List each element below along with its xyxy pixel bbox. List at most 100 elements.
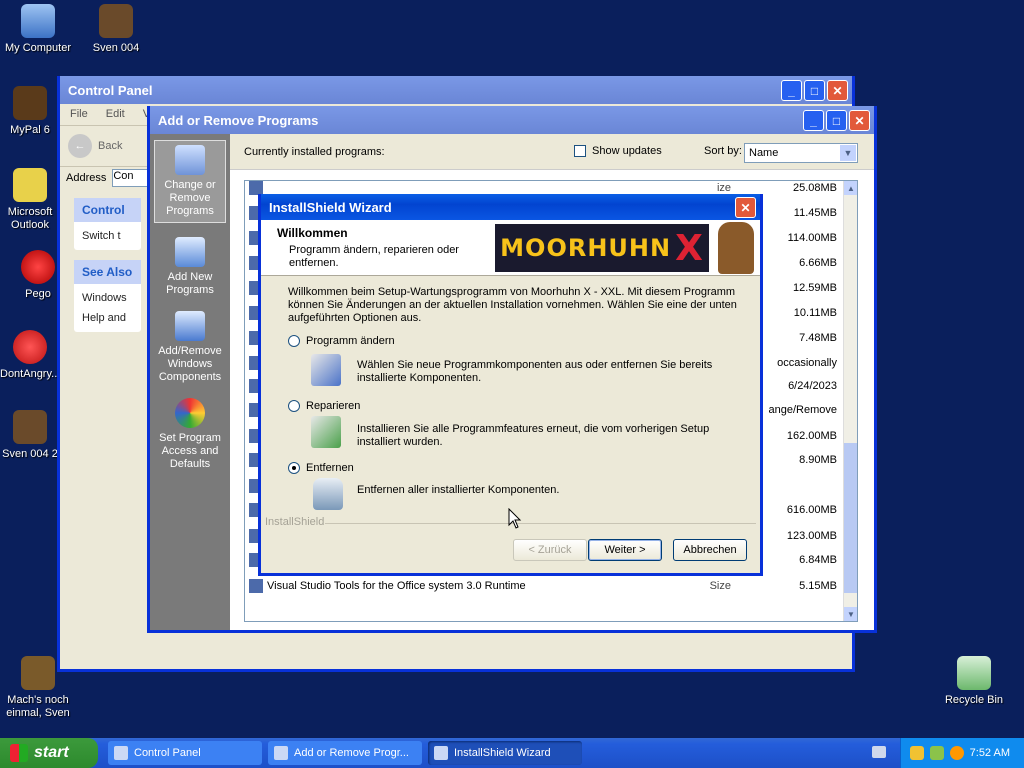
show-updates-checkbox[interactable]: Show updates	[574, 145, 662, 158]
option-label: Reparieren	[306, 400, 361, 412]
desktop-icon-dontangry[interactable]: DontAngry...	[0, 330, 60, 381]
control-panel-sidebar: Control Switch t See Also Windows Help a…	[60, 188, 155, 342]
program-row[interactable]: Visual Studio Tools for the Office syste…	[245, 575, 843, 599]
desktop-icon-my-computer[interactable]: My Computer	[0, 4, 78, 55]
window-title: InstallShield Wizard	[269, 199, 392, 215]
desktop-icon-recycle-bin[interactable]: Recycle Bin	[934, 656, 1014, 707]
wizard-intro-text: Willkommen beim Setup-Wartungsprogramm v…	[288, 286, 737, 324]
radio-modify[interactable]	[288, 335, 300, 348]
desktop-icon-sven-004[interactable]: Sven 004	[76, 4, 156, 55]
program-size: 616.00MB	[786, 504, 837, 516]
option-repair-radio[interactable]: Reparieren	[288, 400, 361, 413]
option-modify-radio[interactable]: Programm ändern	[288, 335, 395, 348]
start-button[interactable]: start	[0, 738, 98, 768]
radio-remove[interactable]	[288, 462, 300, 475]
cancel-button[interactable]: Abbrechen	[673, 539, 747, 561]
desktop-icon-label: DontAngry...	[0, 368, 60, 380]
desktop-icon-outlook[interactable]: Microsoft Outlook	[0, 168, 60, 232]
logo-text: MOORHUHN	[500, 234, 672, 262]
program-list-scrollbar[interactable]: ▲ ▼	[843, 181, 857, 621]
program-size: 162.00MB	[786, 430, 837, 442]
program-size: 12.59MB	[792, 282, 837, 294]
next-button[interactable]: Weiter >	[588, 539, 662, 561]
radio-repair[interactable]	[288, 400, 300, 413]
back-arrow-icon[interactable]: ←	[68, 134, 92, 158]
minimize-button[interactable]: _	[781, 80, 802, 101]
desktop-icon-label: Sven 004 2	[2, 448, 58, 460]
clock[interactable]: 7:52 AM	[970, 747, 1010, 759]
switch-view-link[interactable]: Switch t	[82, 230, 121, 242]
modify-program-icon	[311, 354, 341, 386]
checkbox[interactable]	[574, 145, 586, 158]
scroll-thumb[interactable]	[844, 443, 857, 593]
task-label: Control Panel	[134, 747, 201, 759]
option-remove-radio[interactable]: Entfernen	[288, 462, 354, 475]
taskbar: start Control Panel Add or Remove Progr.…	[0, 738, 1024, 768]
option-description: Entfernen aller installierter Komponente…	[357, 484, 560, 496]
program-size: occasionally	[777, 357, 837, 369]
task-installshield-wizard[interactable]: InstallShield Wizard	[428, 741, 582, 765]
see-also-windows-link[interactable]: Windows	[82, 288, 133, 308]
wizard-header-title: Willkommen	[277, 226, 348, 240]
menu-file[interactable]: File	[70, 108, 88, 121]
back-button[interactable]: < Zurück	[513, 539, 587, 561]
keyboard-icon[interactable]	[872, 746, 886, 758]
maximize-button[interactable]: □	[804, 80, 825, 101]
program-size: 11.45MB	[793, 207, 837, 219]
mypal-icon	[13, 86, 47, 120]
sidebar-label: Add New Programs	[166, 271, 214, 296]
program-size: 8.90MB	[799, 454, 837, 466]
program-size: 114.00MB	[787, 232, 837, 244]
desktop-icon-label: Sven 004	[92, 42, 140, 54]
logo-x: X	[675, 227, 704, 269]
program-access-icon	[175, 398, 205, 428]
search-icon[interactable]	[949, 746, 964, 760]
scroll-down-arrow-icon[interactable]: ▼	[844, 607, 857, 621]
change-remove-programs-button[interactable]: Change or Remove Programs	[154, 140, 226, 223]
program-size: 5.15MB	[799, 580, 837, 592]
close-button[interactable]: ✕	[827, 80, 848, 101]
add-cd-icon	[175, 237, 205, 267]
sort-by-select[interactable]: Name ▼	[744, 143, 858, 163]
see-also-help-link[interactable]: Help and	[82, 308, 133, 328]
system-tray: 7:52 AM	[900, 738, 1024, 768]
window-title: Add or Remove Programs	[158, 112, 319, 128]
set-program-access-button[interactable]: Set Program Access and Defaults	[154, 398, 226, 471]
close-button[interactable]: ✕	[849, 110, 870, 131]
task-label: Add or Remove Progr...	[294, 747, 409, 759]
sven-icon	[13, 410, 47, 444]
control-panel-titlebar[interactable]: Control Panel _ □ ✕	[60, 76, 852, 104]
desktop-icon-label: MyPal 6	[10, 124, 50, 136]
add-remove-windows-components-button[interactable]: Add/Remove Windows Components	[154, 311, 226, 384]
wizard-titlebar[interactable]: InstallShield Wizard ✕	[261, 194, 760, 220]
network-icon[interactable]	[929, 746, 944, 760]
desktop-icon-sven-004-2[interactable]: Sven 004 2	[0, 410, 60, 461]
control-panel-task-panel: Control Switch t	[74, 198, 141, 250]
minimize-button[interactable]: _	[803, 110, 824, 131]
panel-title: Control	[74, 198, 141, 222]
windows-logo-icon	[10, 744, 28, 762]
arp-titlebar[interactable]: Add or Remove Programs _ □ ✕	[150, 106, 874, 134]
repair-program-icon	[311, 416, 341, 448]
control-panel-icon	[114, 746, 128, 760]
desktop-icon-mypal[interactable]: MyPal 6	[0, 86, 60, 137]
program-size: 25.08MB	[792, 182, 837, 194]
sort-by-value: Name	[749, 147, 779, 159]
program-name: Visual Studio Tools for the Office syste…	[267, 580, 526, 592]
program-size: 7.48MB	[799, 332, 837, 344]
add-new-programs-button[interactable]: Add New Programs	[154, 237, 226, 297]
scroll-up-arrow-icon[interactable]: ▲	[844, 181, 857, 195]
recycle-bin-icon	[313, 478, 343, 510]
back-button-label[interactable]: Back	[98, 140, 122, 152]
maximize-button[interactable]: □	[826, 110, 847, 131]
task-label: InstallShield Wizard	[454, 747, 551, 759]
task-add-remove-programs[interactable]: Add or Remove Progr...	[268, 741, 422, 765]
security-shield-icon[interactable]	[909, 746, 924, 760]
close-button[interactable]: ✕	[735, 197, 756, 218]
outlook-icon	[13, 168, 47, 202]
wizard-header: Willkommen Programm ändern, reparieren o…	[261, 220, 760, 276]
moorhuhn-logo: MOORHUHN X	[495, 224, 709, 272]
chevron-down-icon[interactable]: ▼	[840, 145, 856, 161]
menu-edit[interactable]: Edit	[106, 108, 125, 121]
task-control-panel[interactable]: Control Panel	[108, 741, 262, 765]
